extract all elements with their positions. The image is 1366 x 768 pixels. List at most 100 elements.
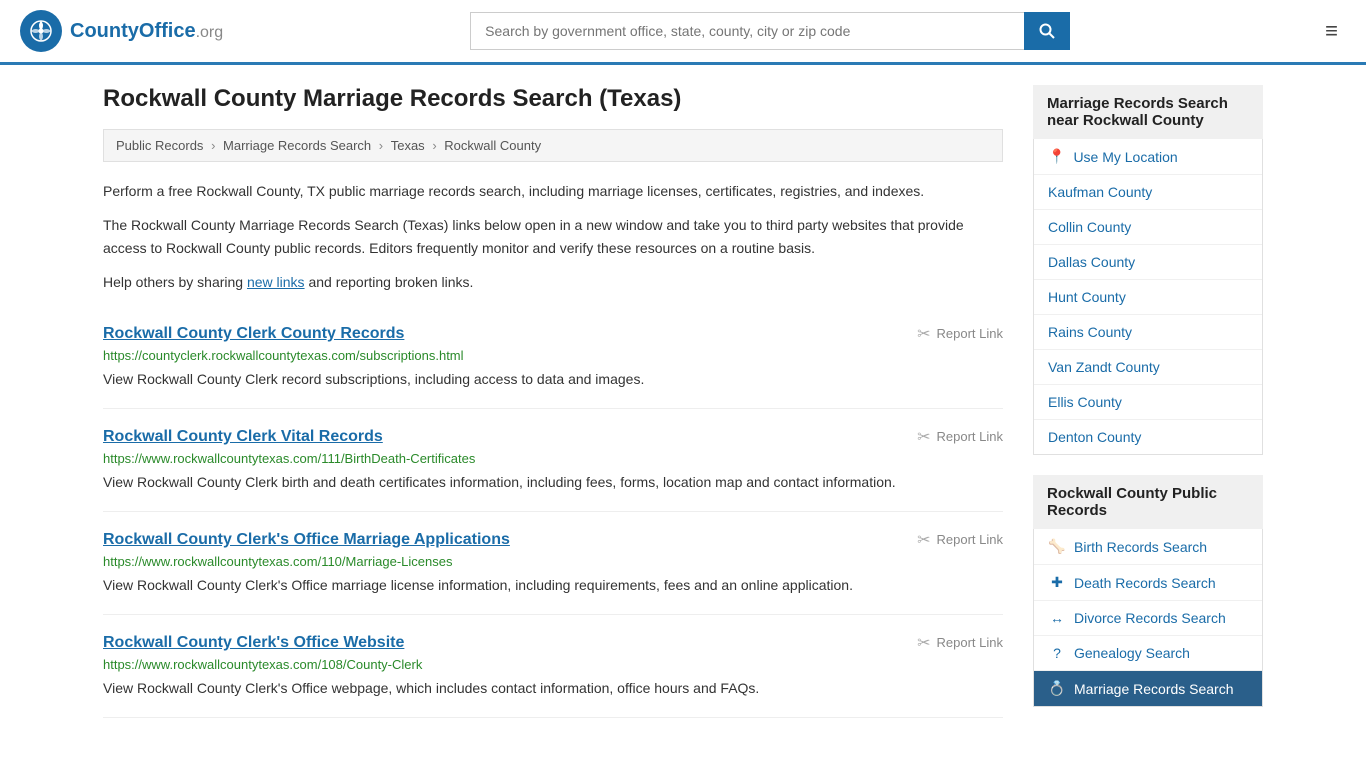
nearby-counties-list: 📍 Use My Location Kaufman County Collin … [1033,139,1263,455]
list-item: Denton County [1034,420,1262,454]
ellis-county-link[interactable]: Ellis County [1034,385,1262,419]
report-icon: ✂ [917,324,930,344]
list-item: 🦴 Birth Records Search [1034,529,1262,565]
marriage-records-label: Marriage Records Search [1074,681,1234,697]
result-item: Rockwall County Clerk's Office Website ✂… [103,615,1003,718]
death-records-link[interactable]: ✚ Death Records Search [1034,565,1262,600]
logo-area: CountyOffice.org [20,10,223,52]
divorce-records-label: Divorce Records Search [1074,610,1226,626]
marriage-icon: 💍 [1048,680,1066,697]
intro3-pre: Help others by sharing [103,274,247,290]
public-records-title: Rockwall County Public Records [1033,475,1263,529]
result-title[interactable]: Rockwall County Clerk's Office Website [103,634,404,652]
death-icon: ✚ [1048,574,1066,591]
van-zandt-county-link[interactable]: Van Zandt County [1034,350,1262,384]
header-right: ≡ [1317,14,1346,48]
logo-icon [20,10,62,52]
main-content: Rockwall County Marriage Records Search … [83,65,1283,747]
result-desc: View Rockwall County Clerk's Office webp… [103,678,1003,699]
nearby-section-title: Marriage Records Search near Rockwall Co… [1033,85,1263,139]
list-item: Hunt County [1034,280,1262,315]
search-input[interactable] [470,12,1024,50]
result-desc: View Rockwall County Clerk record subscr… [103,369,1003,390]
list-item: Collin County [1034,210,1262,245]
result-header: Rockwall County Clerk's Office Marriage … [103,530,1003,550]
report-link[interactable]: ✂ Report Link [917,324,1003,344]
breadcrumb: Public Records › Marriage Records Search… [103,129,1003,162]
content-area: Rockwall County Marriage Records Search … [103,85,1003,727]
public-records-list: 🦴 Birth Records Search ✚ Death Records S… [1033,529,1263,707]
report-icon: ✂ [917,530,930,550]
birth-icon: 🦴 [1048,538,1066,555]
report-link[interactable]: ✂ Report Link [917,427,1003,447]
genealogy-label: Genealogy Search [1074,645,1190,661]
birth-records-label: Birth Records Search [1074,539,1207,555]
list-item: ↔ Divorce Records Search [1034,601,1262,636]
use-location-item: 📍 Use My Location [1034,139,1262,175]
divorce-icon: ↔ [1048,610,1066,626]
breadcrumb-marriage-records[interactable]: Marriage Records Search [223,138,371,153]
result-url: https://www.rockwallcountytexas.com/111/… [103,451,1003,466]
rains-county-link[interactable]: Rains County [1034,315,1262,349]
genealogy-icon: ? [1048,645,1066,661]
list-item: 💍 Marriage Records Search [1034,671,1262,706]
list-item: Kaufman County [1034,175,1262,210]
result-title[interactable]: Rockwall County Clerk County Records [103,325,404,343]
menu-button[interactable]: ≡ [1317,14,1346,48]
list-item: Van Zandt County [1034,350,1262,385]
result-url: https://www.rockwallcountytexas.com/110/… [103,554,1003,569]
result-title[interactable]: Rockwall County Clerk Vital Records [103,428,383,446]
result-header: Rockwall County Clerk's Office Website ✂… [103,633,1003,653]
result-item: Rockwall County Clerk's Office Marriage … [103,512,1003,615]
intro-paragraph-2: The Rockwall County Marriage Records Sea… [103,214,1003,259]
report-link[interactable]: ✂ Report Link [917,633,1003,653]
report-link-label: Report Link [937,635,1003,650]
marriage-records-link[interactable]: 💍 Marriage Records Search [1034,671,1262,706]
intro-paragraph-1: Perform a free Rockwall County, TX publi… [103,180,1003,202]
death-records-label: Death Records Search [1074,575,1216,591]
list-item: Dallas County [1034,245,1262,280]
breadcrumb-public-records[interactable]: Public Records [116,138,203,153]
list-item: Ellis County [1034,385,1262,420]
genealogy-link[interactable]: ? Genealogy Search [1034,636,1262,670]
report-link-label: Report Link [937,326,1003,341]
dallas-county-link[interactable]: Dallas County [1034,245,1262,279]
collin-county-link[interactable]: Collin County [1034,210,1262,244]
report-icon: ✂ [917,633,930,653]
breadcrumb-sep1: › [211,138,219,153]
result-url: https://countyclerk.rockwallcountytexas.… [103,348,1003,363]
report-link[interactable]: ✂ Report Link [917,530,1003,550]
kaufman-county-link[interactable]: Kaufman County [1034,175,1262,209]
new-links-link[interactable]: new links [247,274,305,290]
page-title: Rockwall County Marriage Records Search … [103,85,1003,113]
hunt-county-link[interactable]: Hunt County [1034,280,1262,314]
results-list: Rockwall County Clerk County Records ✂ R… [103,306,1003,718]
birth-records-link[interactable]: 🦴 Birth Records Search [1034,529,1262,564]
public-records-section: Rockwall County Public Records 🦴 Birth R… [1033,475,1263,707]
search-area [470,12,1070,50]
denton-county-link[interactable]: Denton County [1034,420,1262,454]
result-url: https://www.rockwallcountytexas.com/108/… [103,657,1003,672]
result-title[interactable]: Rockwall County Clerk's Office Marriage … [103,531,510,549]
breadcrumb-texas[interactable]: Texas [391,138,425,153]
use-location-link[interactable]: 📍 Use My Location [1034,139,1262,174]
list-item: Rains County [1034,315,1262,350]
site-header: CountyOffice.org ≡ [0,0,1366,65]
result-item: Rockwall County Clerk County Records ✂ R… [103,306,1003,409]
divorce-records-link[interactable]: ↔ Divorce Records Search [1034,601,1262,635]
nearby-section: Marriage Records Search near Rockwall Co… [1033,85,1263,455]
report-link-label: Report Link [937,532,1003,547]
search-button[interactable] [1024,12,1070,50]
result-desc: View Rockwall County Clerk birth and dea… [103,472,1003,493]
result-item: Rockwall County Clerk Vital Records ✂ Re… [103,409,1003,512]
breadcrumb-sep2: › [379,138,387,153]
logo-text: CountyOffice.org [70,20,223,43]
list-item: ✚ Death Records Search [1034,565,1262,601]
breadcrumb-sep3: › [432,138,440,153]
report-icon: ✂ [917,427,930,447]
breadcrumb-rockwall[interactable]: Rockwall County [444,138,541,153]
intro-paragraph-3: Help others by sharing new links and rep… [103,271,1003,293]
location-icon: 📍 [1048,148,1065,165]
list-item: ? Genealogy Search [1034,636,1262,671]
report-link-label: Report Link [937,429,1003,444]
